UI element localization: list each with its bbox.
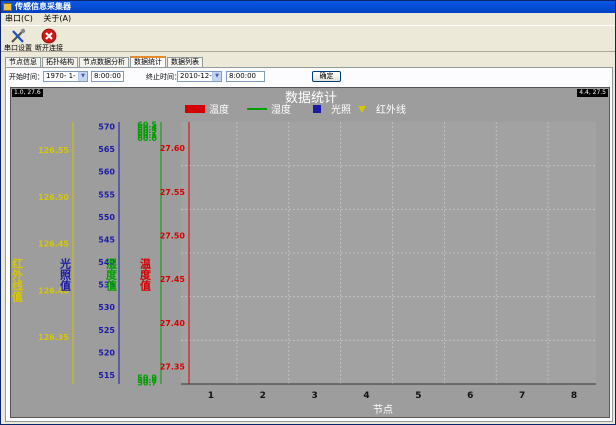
legend-label: 温度 xyxy=(209,103,229,116)
tab-statistics[interactable]: 数据统计 xyxy=(130,56,166,67)
y-tick-label: 550 xyxy=(98,213,115,222)
x-tick-label: 7 xyxy=(519,391,525,401)
tab-node-info[interactable]: 节点信息 xyxy=(5,57,41,67)
tab-strip: 节点信息 拓扑结构 节点数据分析 数据统计 数据列表 xyxy=(5,56,204,67)
y-tick-label: 525 xyxy=(98,326,115,335)
y-tick-label: 565 xyxy=(98,145,115,154)
x-tick-label: 1 xyxy=(208,391,214,401)
start-time-label: 开始时间： xyxy=(9,73,44,81)
y-tick-label: 50.7 xyxy=(137,379,157,388)
y-tick-label: 545 xyxy=(98,235,115,244)
disconnect-icon xyxy=(41,28,57,44)
chart-canvas: 数据统计温度 湿度 光照 红外线126.55126.50126.45126.40126… xyxy=(11,88,609,417)
x-axis-title: 节点 xyxy=(373,404,393,416)
y-tick-label: 126.45 xyxy=(38,240,69,249)
y-tick-label: 570 xyxy=(98,123,115,132)
toolbar: 串口设置 断开连接 xyxy=(1,25,615,52)
y-tick-label: 27.55 xyxy=(160,188,186,197)
x-tick-label: 4 xyxy=(363,391,369,401)
y-tick-label: 27.40 xyxy=(160,319,186,328)
y-axis-title: 光照值 xyxy=(59,257,73,292)
start-date-value: 1970- 1- 1 xyxy=(46,72,83,80)
y-axis-title: 红外线值 xyxy=(11,257,24,303)
legend-label: 光照 xyxy=(331,103,351,116)
y-tick-label: 126.50 xyxy=(38,193,69,202)
tab-topology[interactable]: 拓扑结构 xyxy=(42,57,78,67)
menu-serial[interactable]: 串口(C) xyxy=(1,13,37,24)
y-tick-label: 126.35 xyxy=(38,333,69,342)
disconnect-button[interactable]: 断开连接 xyxy=(34,27,64,52)
y-tick-label: 515 xyxy=(98,371,115,380)
legend-key-marker xyxy=(313,105,321,113)
y-tick-label: 27.60 xyxy=(160,144,186,153)
app-window: 传感信息采集器 串口(C) 关于(A) 串口设置 断开连接 节点信息 拓扑结构 … xyxy=(0,0,616,425)
window-title: 传感信息采集器 xyxy=(15,2,71,11)
y-tick-label: 126.55 xyxy=(38,146,69,155)
y-axis-title: 温度值 xyxy=(139,257,152,292)
y-tick-label: 530 xyxy=(98,303,115,312)
tab-data-list[interactable]: 数据列表 xyxy=(167,57,203,67)
menu-bar: 串口(C) 关于(A) xyxy=(1,13,615,24)
legend-label: 湿度 xyxy=(271,103,291,116)
cursor-readout-right: 4.4, 27.5 xyxy=(577,89,608,97)
x-tick-label: 3 xyxy=(312,391,318,401)
end-time-label: 终止时间： xyxy=(146,73,181,81)
y-tick-label: 520 xyxy=(98,348,115,357)
title-bar: 传感信息采集器 xyxy=(1,1,615,13)
y-tick-label: 27.50 xyxy=(160,232,186,241)
menu-about[interactable]: 关于(A) xyxy=(39,13,75,24)
end-date-dropdown-icon[interactable]: ▼ xyxy=(212,72,221,81)
y-tick-label: 555 xyxy=(98,190,115,199)
app-icon xyxy=(3,3,12,11)
start-time-field[interactable]: 8:00:00 xyxy=(91,71,124,82)
start-time-value: 8:00:00 xyxy=(94,72,121,80)
statistics-chart: 数据统计 温度 湿度 光照 红外线 126.55 126.50 126.45 126.40 126… xyxy=(10,87,610,418)
y-axis-title: 湿度值 xyxy=(105,257,118,292)
tools-icon xyxy=(11,28,26,43)
x-tick-label: 5 xyxy=(415,391,421,401)
end-time-field[interactable]: 8:00:00 xyxy=(226,71,265,82)
end-date-picker[interactable]: 2010-12-21 ▼ xyxy=(177,71,222,82)
x-tick-label: 2 xyxy=(260,391,266,401)
port-settings-button[interactable]: 串口设置 xyxy=(3,27,33,52)
cursor-readout-left: 1.0, 27.6 xyxy=(12,89,43,97)
disconnect-label: 断开连接 xyxy=(35,44,63,52)
ok-button[interactable]: 确定 xyxy=(312,71,341,82)
x-tick-label: 6 xyxy=(467,391,473,401)
y-tick-label: 60.0 xyxy=(137,134,157,143)
tab-node-analysis[interactable]: 节点数据分析 xyxy=(79,57,129,67)
legend-label: 红外线 xyxy=(376,103,406,116)
chart-title: 数据统计 xyxy=(285,91,337,106)
y-tick-label: 560 xyxy=(98,168,115,177)
start-date-picker[interactable]: 1970- 1- 1 ▼ xyxy=(43,71,88,82)
legend-key-bar xyxy=(185,105,205,113)
start-date-dropdown-icon[interactable]: ▼ xyxy=(78,72,87,81)
y-tick-label: 27.35 xyxy=(160,363,186,372)
y-tick-label: 27.45 xyxy=(160,275,186,284)
end-time-value: 8:00:00 xyxy=(229,72,256,80)
x-tick-label: 8 xyxy=(571,391,577,401)
port-settings-label: 串口设置 xyxy=(4,44,32,52)
